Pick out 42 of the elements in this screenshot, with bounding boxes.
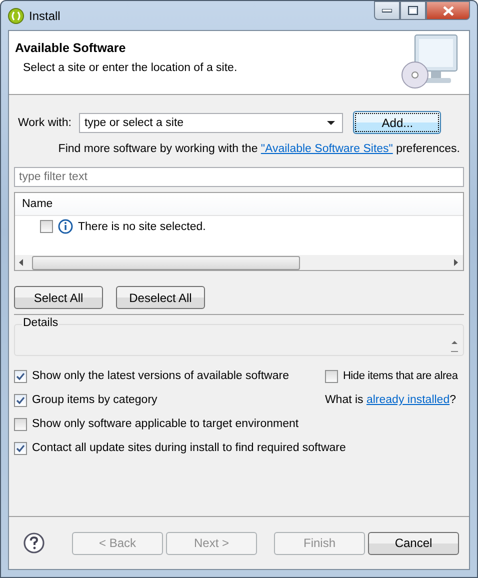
option-label: Contact all update sites during install to find required software (32, 442, 346, 454)
option-checkbox[interactable] (324, 370, 338, 382)
minimize-button[interactable] (374, 1, 400, 20)
page-description: Select a site or enter the location of a site. (23, 62, 238, 74)
site-combo-field[interactable]: type or select a site (79, 112, 344, 132)
option-label: Show only software applicable to target environment (32, 418, 299, 430)
already-installed-link[interactable]: already installed (366, 394, 450, 406)
maximize-button[interactable] (400, 1, 426, 20)
filter-field[interactable]: type filter text (14, 167, 464, 187)
details-label: Details (22, 317, 60, 329)
installed-hint: What is already installed? (324, 393, 456, 408)
column-header[interactable]: Name (15, 198, 53, 210)
app-icon (8, 8, 24, 24)
add-button[interactable]: Add... (353, 111, 442, 134)
page-title: Available Software (15, 41, 127, 55)
deselect-all-button[interactable]: Deselect All (116, 286, 205, 309)
select-all-button[interactable]: Select All (14, 286, 103, 309)
option-checkbox[interactable] (14, 418, 27, 430)
wizard-button[interactable]: Cancel (368, 532, 459, 554)
scroll-right-icon[interactable] (454, 259, 459, 266)
dropdown-arrow-icon[interactable] (327, 120, 336, 124)
row-checkbox[interactable] (40, 220, 53, 233)
scroll-left-icon[interactable] (19, 259, 24, 266)
scroll-up-icon[interactable] (451, 339, 458, 353)
maximize-icon (408, 6, 418, 15)
available-sites-link[interactable]: "Available Software Sites" (260, 143, 393, 155)
option-checkbox[interactable] (14, 370, 27, 382)
option-label: Group items by category (32, 394, 158, 406)
option-label: Show only the latest versions of available software (32, 370, 289, 382)
close-icon (442, 6, 454, 16)
table-cell: There is no site selected. (78, 220, 206, 232)
option-checkbox[interactable] (14, 394, 27, 406)
close-button[interactable] (426, 1, 470, 20)
option-checkbox[interactable] (14, 442, 27, 454)
info-icon (58, 219, 73, 234)
help-icon[interactable] (23, 532, 45, 554)
option-label: Hide items that are alrea (342, 370, 458, 382)
sites-hint: Find more software by working with the "Available Software Sites" preferences. (57, 143, 460, 155)
minimize-icon (382, 8, 392, 12)
window-title: Install (29, 8, 60, 22)
horizontal-scrollbar[interactable] (15, 255, 463, 270)
work-with-label: Work with: (18, 116, 72, 128)
